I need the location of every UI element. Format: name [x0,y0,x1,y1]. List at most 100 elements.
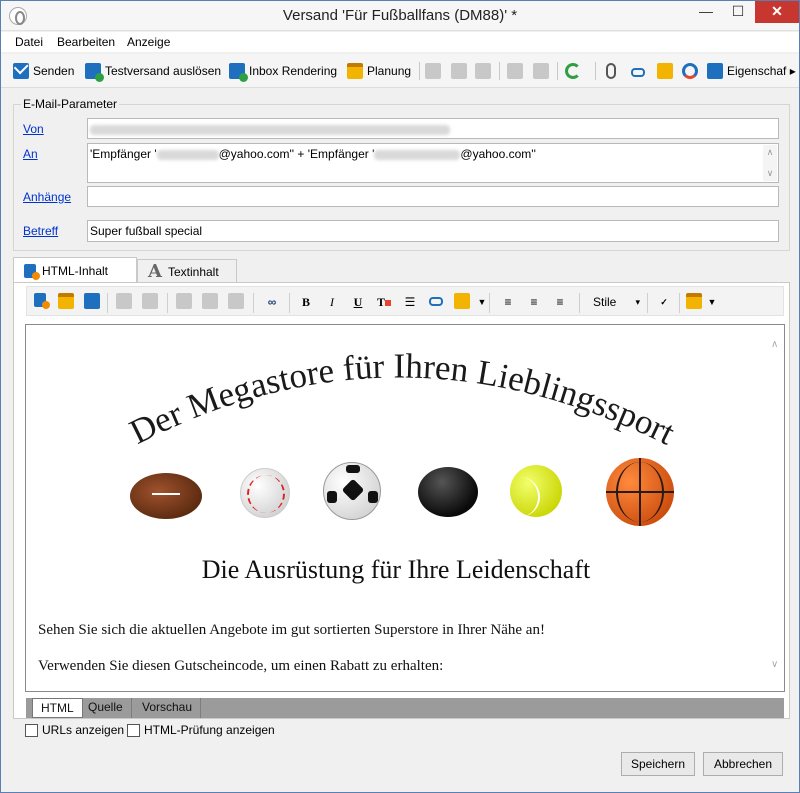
styles-label: Stile [593,295,617,309]
view-tab-preview[interactable]: Vorschau [134,698,202,718]
maximize-button[interactable]: ☐ [723,1,753,23]
refresh-button[interactable] [565,62,581,80]
to-link[interactable]: An [23,147,38,161]
content-subheading: Die Ausrüstung für Ihre Leidenschaft [201,555,591,584]
save-button[interactable]: Speichern [621,752,695,776]
undo-icon[interactable] [116,293,132,309]
link-icon [631,68,645,77]
scroll-down-icon[interactable]: ∨ [771,659,778,670]
undo-icon [507,63,523,79]
scroll-down-icon[interactable]: ∨ [765,168,775,179]
list-icon[interactable]: ☰ [401,293,419,311]
from-link[interactable]: Von [23,122,44,136]
show-html-check-option[interactable]: HTML-Prüfung anzeigen [127,723,275,737]
content-paragraph-offers: Sehen Sie sich die aktuellen Angebote im… [38,622,545,638]
tennis-ball-image [510,465,562,517]
editor-separator [489,293,490,313]
italic-button[interactable]: I [323,293,341,311]
inbox-rendering-button[interactable]: Inbox Rendering [229,62,337,82]
html-content-area[interactable]: Der Megastore für Ihren Lieblingssport D… [25,324,785,692]
scissors-icon[interactable] [202,293,218,309]
gift-button[interactable] [657,62,673,80]
to-recipient-prefix-1: 'Empfänger ' [90,147,157,161]
paste-button[interactable] [475,62,491,80]
cancel-button[interactable]: Abbrechen [703,752,783,776]
clipboard-icon [707,63,723,79]
editor-separator [647,293,648,313]
gauge-icon [682,63,698,79]
text-content-icon: A [148,260,162,282]
paste-icon[interactable] [228,293,244,309]
bold-button[interactable]: B [297,293,315,311]
tab-html-content[interactable]: HTML-Inhalt [13,257,137,283]
editor-separator [579,293,580,313]
spellcheck-icon[interactable]: ✓ [655,293,673,311]
send-button[interactable]: Senden [13,62,74,80]
redacted-recipient-1 [156,149,219,160]
link-button[interactable] [631,62,645,80]
gauge-button[interactable] [682,62,698,80]
show-urls-checkbox[interactable] [25,723,38,737]
align-center-icon[interactable]: ≡ [525,293,543,311]
editor-separator [679,293,680,313]
copy-icon[interactable] [176,293,192,309]
styles-caret-icon: ▾ [635,297,640,307]
undo-button[interactable] [507,62,523,80]
save-icon[interactable] [84,293,100,309]
personalization-dropdown-icon[interactable]: ▼ [703,293,721,311]
view-mode-bar: HTML Quelle Vorschau [26,698,784,718]
redo-button[interactable] [533,62,549,80]
editor-separator [167,293,168,313]
subject-link[interactable]: Betreff [23,224,58,238]
subject-field[interactable]: Super fußball special [87,220,779,242]
properties-button[interactable]: Eigenschaf ▸ [707,62,796,80]
text-color-icon[interactable]: T [375,293,393,311]
scroll-up-icon[interactable]: ∧ [765,147,775,158]
basketball-image [606,458,674,526]
test-send-button[interactable]: Testversand auslösen [85,62,221,82]
redacted-sender [90,124,450,135]
main-toolbar: Senden Testversand auslösen Inbox Render… [1,54,799,88]
show-html-check-checkbox[interactable] [127,723,140,737]
find-binoculars-icon[interactable]: ∞ [263,293,281,311]
refresh-icon [565,63,581,79]
align-left-icon[interactable]: ≡ [499,293,517,311]
scissors-icon [451,63,467,79]
menu-bearbeiten[interactable]: Bearbeiten [57,35,115,49]
view-tab-html[interactable]: HTML [32,698,83,718]
menu-anzeige[interactable]: Anzeige [127,35,170,49]
schedule-button[interactable]: Planung [347,62,411,80]
underline-button[interactable]: U [349,293,367,311]
attachments-link[interactable]: Anhänge [23,190,71,204]
minimize-button[interactable]: — [691,1,721,23]
email-parameters-legend: E-Mail-Parameter [21,97,120,111]
redo-icon [533,63,549,79]
to-scrollbar[interactable]: ∧ ∨ [763,145,777,181]
paste-icon [475,63,491,79]
styles-dropdown[interactable]: Stile ▾ [590,291,642,313]
show-urls-option[interactable]: URLs anzeigen [25,723,124,737]
view-tab-source[interactable]: Quelle [80,698,132,718]
align-right-icon[interactable]: ≡ [551,293,569,311]
html-editor-panel: ∞ B I U T ☰ ▼ ≡ ≡ ≡ Stile ▾ ✓ ▼ Der Mega… [13,282,790,719]
attachments-field[interactable] [87,186,779,207]
redo-icon[interactable] [142,293,158,309]
tab-text-content[interactable]: A Textinhalt [137,259,237,283]
gift-icon [657,63,673,79]
content-scrollbar[interactable]: ∧ ∨ [768,325,784,691]
copy-button[interactable] [425,62,441,80]
cut-button[interactable] [451,62,467,80]
toolbar-separator [419,62,420,80]
attachment-button[interactable] [606,62,616,80]
from-field[interactable] [87,118,779,139]
menu-datei[interactable]: Datei [15,35,43,49]
close-button[interactable]: ✕ [755,1,799,23]
menu-bar: Datei Bearbeiten Anzeige [1,32,799,52]
to-recipient-domain-1: @yahoo.com'' + 'Empfänger ' [218,147,375,161]
html-content-icon [24,263,40,280]
open-folder-icon[interactable] [58,293,74,309]
toolbar-separator [595,62,596,80]
to-field[interactable]: 'Empfänger ' @yahoo.com'' + 'Empfänger ' @… [87,143,779,183]
scroll-up-icon[interactable]: ∧ [771,339,778,350]
new-doc-icon[interactable] [34,293,50,309]
